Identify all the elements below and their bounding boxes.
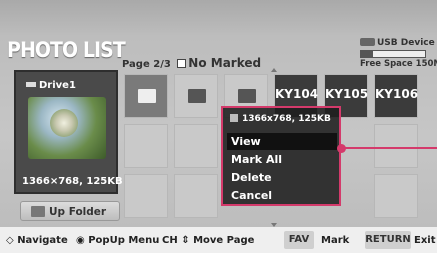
pointer-line: [345, 147, 437, 149]
usb-space-bar: [360, 50, 426, 58]
grid-item[interactable]: [374, 174, 418, 218]
menu-item-cancel[interactable]: Cancel: [227, 187, 337, 204]
fav-button[interactable]: FAV: [284, 231, 314, 249]
grid-item[interactable]: [174, 174, 218, 218]
popup-menu-hint: ◉ PopUp Menu: [76, 235, 160, 246]
photo-list-screen: PHOTO LIST Page 2/3 No Marked USB Device…: [0, 0, 437, 227]
popup-info: 1366x768, 125KB: [230, 114, 331, 124]
free-space: Free Space 150MB: [360, 59, 437, 69]
scroll-up-arrow-icon[interactable]: [271, 68, 277, 72]
folder-item[interactable]: [174, 74, 218, 118]
flower-image: [50, 109, 78, 137]
grid-item[interactable]: [124, 124, 168, 168]
usb-icon: [360, 38, 375, 46]
folder-item[interactable]: [124, 74, 168, 118]
usb-space-fill: [361, 51, 373, 57]
grid-item[interactable]: [374, 124, 418, 168]
exit-label: Exit: [414, 235, 436, 246]
photo-preview: [28, 97, 106, 159]
navigate-hint: ◇ Navigate: [6, 235, 68, 246]
grid-item[interactable]: [124, 174, 168, 218]
drive-label: Drive1: [26, 80, 76, 91]
up-folder-button[interactable]: Up Folder: [20, 201, 120, 221]
dpad-icon: ◇: [6, 235, 14, 246]
folder-icon: [188, 89, 206, 103]
folder-icon: [238, 89, 256, 103]
move-page-hint: CH ⇕ Move Page: [162, 235, 255, 246]
bottom-help-bar: ◇ Navigate ◉ PopUp Menu CH ⇕ Move Page F…: [0, 227, 437, 253]
preview-resolution: 1366×768, 125KB: [22, 176, 123, 187]
return-button[interactable]: RETURN: [365, 231, 411, 249]
folder-up-icon: [31, 206, 45, 217]
checkbox-icon: [177, 59, 187, 68]
menu-item-delete[interactable]: Delete: [227, 169, 337, 186]
page-info: Page 2/3 No Marked: [122, 56, 261, 70]
marked-status: No Marked: [188, 56, 262, 70]
folder-icon: [138, 89, 156, 103]
ch-updown-icon: ⇕: [181, 235, 190, 246]
mark-label: Mark: [321, 235, 350, 246]
menu-item-view[interactable]: View: [227, 133, 337, 150]
ok-button-icon: ◉: [76, 235, 85, 246]
page-title: PHOTO LIST: [7, 38, 126, 62]
page-number: Page 2/3: [122, 59, 171, 70]
drive-preview-panel: Drive1 1366×768, 125KB: [14, 70, 123, 194]
drive-icon: [26, 82, 36, 87]
left-panel: Drive1 1366×768, 125KB Up Folder: [14, 70, 123, 235]
popup-menu: 1366x768, 125KB View Mark All Delete Can…: [221, 106, 341, 206]
photo-icon: [230, 114, 238, 122]
usb-device-label: USB Device: [360, 38, 435, 48]
grid-item-ky106[interactable]: KY106: [374, 74, 418, 118]
menu-item-mark-all[interactable]: Mark All: [227, 151, 337, 168]
grid-item[interactable]: [174, 124, 218, 168]
